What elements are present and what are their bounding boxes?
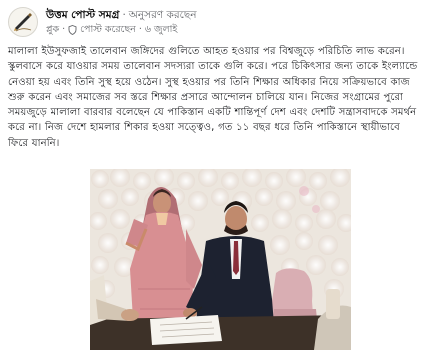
- meta-separator: ·: [62, 24, 66, 35]
- posted-label: পোস্ট করেছেন: [80, 24, 136, 35]
- title-separator: ·: [122, 9, 126, 21]
- header-text: উত্তম পোস্ট সমগ্র · অনুসরণ করছেন প্লুক ·…: [46, 8, 197, 36]
- wedding-photo-image: [90, 169, 351, 350]
- page-avatar[interactable]: [8, 7, 38, 37]
- post-header: উত্তম পোস্ট সমগ্র · অনুসরণ করছেন প্লুক ·…: [8, 5, 197, 39]
- meta-separator-2: ·: [138, 24, 142, 35]
- post-photo[interactable]: [90, 169, 351, 350]
- post-meta: প্লুক · পোস্ট করেছেন · ৬ জুলাই: [46, 23, 197, 36]
- author-name[interactable]: প্লুক: [46, 23, 59, 36]
- follow-status[interactable]: অনুসরণ করছেন: [129, 8, 197, 22]
- shield-icon: [68, 24, 77, 35]
- title-row: উত্তম পোস্ট সমগ্র · অনুসরণ করছেন: [46, 8, 197, 22]
- post-body-text: মালালা ইউসুফজাই তালেবান জঙ্গিদের গুলিতে …: [8, 46, 418, 149]
- post-body: মালালা ইউসুফজাই তালেবান জঙ্গিদের গুলিতে …: [8, 44, 420, 151]
- post-date[interactable]: ৬ জুলাই: [145, 23, 177, 36]
- facebook-post: উত্তম পোস্ট সমগ্র · অনুসরণ করছেন প্লুক ·…: [0, 0, 426, 354]
- page-name[interactable]: উত্তম পোস্ট সমগ্র: [46, 8, 119, 22]
- pen-logo-icon: [14, 13, 32, 32]
